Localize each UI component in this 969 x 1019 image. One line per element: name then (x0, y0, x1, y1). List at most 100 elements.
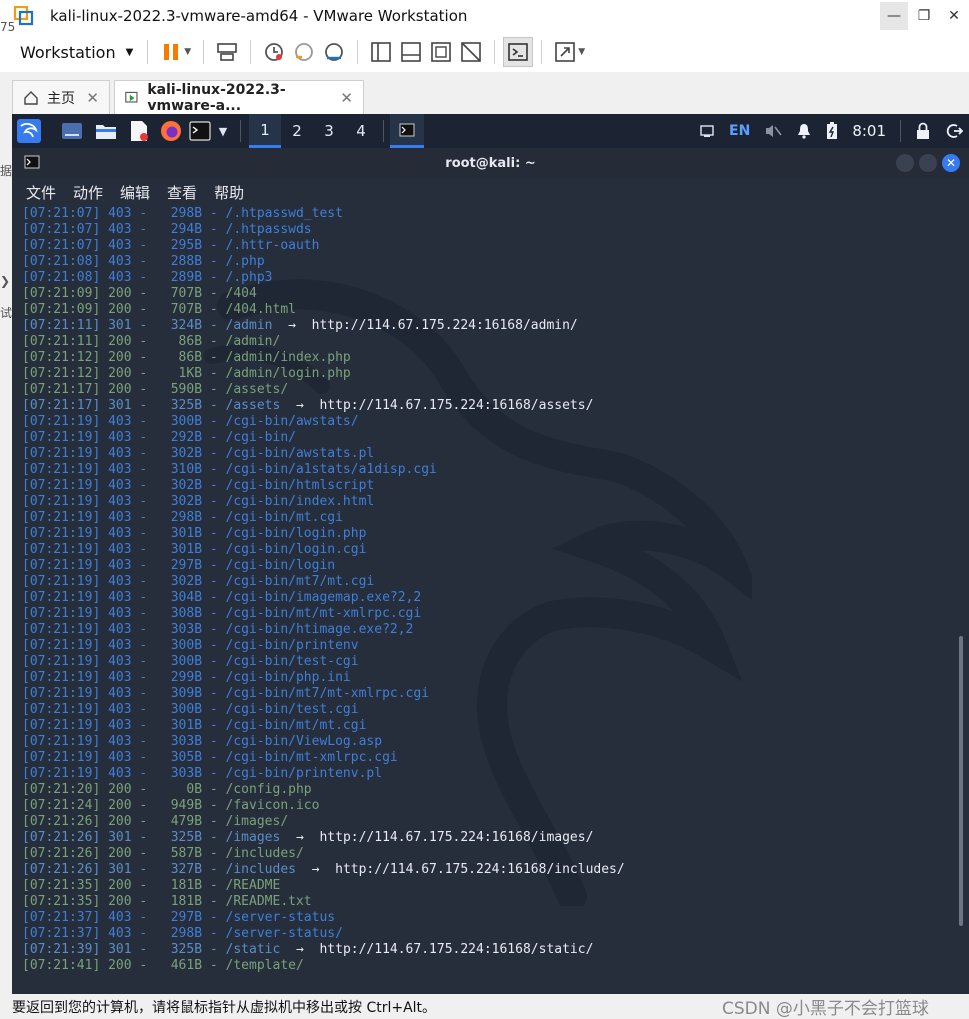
line-path: /.htpasswd_test (225, 206, 343, 221)
workstation-menu[interactable]: Workstation ▼ (14, 39, 139, 66)
terminal-launcher-button[interactable] (186, 114, 214, 148)
menu-actions[interactable]: 动作 (73, 182, 103, 203)
send-ctrl-alt-del-button[interactable] (212, 37, 242, 67)
terminal-scrollbar[interactable] (959, 636, 963, 926)
pause-button[interactable] (156, 37, 186, 67)
panel-divider (900, 120, 901, 142)
line-code: 403 (108, 494, 132, 509)
line-time: [07:21:19] (22, 446, 101, 461)
desktop-icon (62, 123, 82, 139)
taskbar-terminal-window[interactable] (390, 114, 424, 148)
chevron-down-icon[interactable]: ▼ (214, 114, 232, 148)
volume-muted-icon[interactable] (764, 123, 782, 139)
line-size: 302B (155, 478, 203, 493)
text-editor-button[interactable] (122, 114, 156, 148)
full-screen-button[interactable] (426, 37, 456, 67)
line-time: [07:21:08] (22, 270, 101, 285)
close-icon[interactable]: ✕ (940, 2, 968, 30)
keyboard-layout-indicator[interactable]: EN (729, 123, 750, 139)
line-path: /cgi-bin/mt-xmlrpc.cgi (225, 750, 398, 765)
line-code: 301 (108, 862, 132, 877)
terminal-close-button[interactable]: ✕ (942, 154, 960, 172)
network-icon[interactable] (699, 123, 715, 139)
menu-edit[interactable]: 编辑 (120, 182, 150, 203)
show-desktop-button[interactable] (54, 114, 90, 148)
unity-button[interactable] (456, 37, 486, 67)
line-code: 403 (108, 702, 132, 717)
terminal-line: [07:21:19] 403 - 292B - /cgi-bin/ (22, 430, 296, 445)
line-time: [07:21:26] (22, 814, 101, 829)
terminal-window[interactable]: root@kali: ~ ✕ 文件 动作 编辑 查看 帮助 [07:21:07]… (12, 148, 969, 994)
file-manager-button[interactable] (90, 114, 122, 148)
firefox-button[interactable] (156, 114, 186, 148)
vm-display[interactable]: ▼ 1 2 3 4 EN 8:01 root@kali: ~ ✕ 文件 动作 编… (12, 114, 969, 994)
terminal-maximize-button[interactable] (919, 154, 937, 172)
line-path: /admin/login.php (225, 366, 351, 381)
menu-help[interactable]: 帮助 (214, 182, 244, 203)
terminal-line: [07:21:19] 403 - 309B - /cgi-bin/mt7/mt-… (22, 686, 430, 701)
workspace-4[interactable]: 4 (345, 114, 377, 148)
terminal-line: [07:21:19] 403 - 303B - /cgi-bin/printen… (22, 766, 383, 781)
line-path: /cgi-bin/ViewLog.asp (225, 734, 383, 749)
menu-view[interactable]: 查看 (167, 182, 197, 203)
kali-menu-button[interactable] (12, 114, 46, 148)
line-path: /cgi-bin/awstats/ (225, 414, 359, 429)
line-code: 200 (108, 350, 132, 365)
line-size: 297B (155, 910, 203, 925)
line-time: [07:21:37] (22, 910, 101, 925)
workspace-3[interactable]: 3 (313, 114, 345, 148)
line-code: 403 (108, 718, 132, 733)
lock-screen-icon[interactable] (915, 122, 931, 140)
line-code: 200 (108, 334, 132, 349)
line-path: /cgi-bin/mt7/mt-xmlrpc.cgi (225, 686, 430, 701)
power-options-caret[interactable]: ▼ (184, 47, 191, 57)
terminal-output[interactable]: [07:21:07] 403 - 298B - /.htpasswd_test[… (12, 206, 969, 994)
line-path: /cgi-bin/printenv.pl (225, 766, 383, 781)
revert-snapshot-icon (295, 43, 314, 61)
line-size: 304B (155, 590, 203, 605)
terminal-line: [07:21:26] 301 - 325B - /images → http:/… (22, 830, 594, 845)
close-icon[interactable]: ✕ (340, 89, 353, 107)
line-code: 200 (108, 878, 132, 893)
line-path: /cgi-bin/a1stats/a1disp.cgi (225, 462, 437, 477)
terminal-titlebar[interactable]: root@kali: ~ ✕ (12, 148, 969, 178)
line-size: 0B (155, 782, 203, 797)
tab-kali-vm[interactable]: kali-linux-2022.3-vmware-a... ✕ (114, 80, 364, 114)
battery-charging-icon[interactable] (826, 122, 838, 140)
line-path: /includes/ (225, 846, 304, 861)
line-code: 403 (108, 254, 132, 269)
workspace-2[interactable]: 2 (281, 114, 313, 148)
line-time: [07:21:19] (22, 622, 101, 637)
minimize-icon[interactable]: — (880, 2, 908, 30)
line-path: /cgi-bin/test-cgi (225, 654, 359, 669)
terminal-minimize-button[interactable] (896, 154, 914, 172)
csdn-watermark: CSDN @小黑子不会打篮球 (722, 999, 929, 1019)
stretch-guest-button[interactable] (550, 37, 580, 67)
tab-bar: 主页 ✕ kali-linux-2022.3-vmware-a... ✕ (12, 78, 969, 114)
show-thumbnail-bar-button[interactable] (396, 37, 426, 67)
terminal-line: [07:21:39] 301 - 325B - /static → http:/… (22, 942, 594, 957)
line-time: [07:21:17] (22, 398, 101, 413)
line-code: 301 (108, 830, 132, 845)
line-path: /README.txt (225, 894, 312, 909)
tab-home[interactable]: 主页 ✕ (12, 80, 110, 114)
show-library-button[interactable] (366, 37, 396, 67)
line-code: 403 (108, 910, 132, 925)
menu-file[interactable]: 文件 (26, 182, 56, 203)
vmware-app-icon (14, 6, 34, 26)
workspace-1[interactable]: 1 (249, 114, 281, 148)
stretch-options-caret[interactable]: ▼ (578, 47, 585, 57)
panel-clock[interactable]: 8:01 (852, 122, 886, 140)
revert-snapshot-button[interactable] (289, 37, 319, 67)
close-icon[interactable]: ✕ (86, 89, 99, 107)
snapshot-button[interactable] (259, 37, 289, 67)
snapshot-manager-button[interactable] (319, 37, 349, 67)
logout-icon[interactable] (945, 122, 963, 140)
restore-icon[interactable]: ❐ (910, 2, 938, 30)
console-view-button[interactable] (503, 37, 534, 67)
line-size: 288B (155, 254, 203, 269)
line-size: 949B (155, 798, 203, 813)
notification-bell-icon[interactable] (796, 123, 812, 139)
toolbar-divider (357, 40, 359, 64)
line-path: /404 (225, 286, 257, 301)
